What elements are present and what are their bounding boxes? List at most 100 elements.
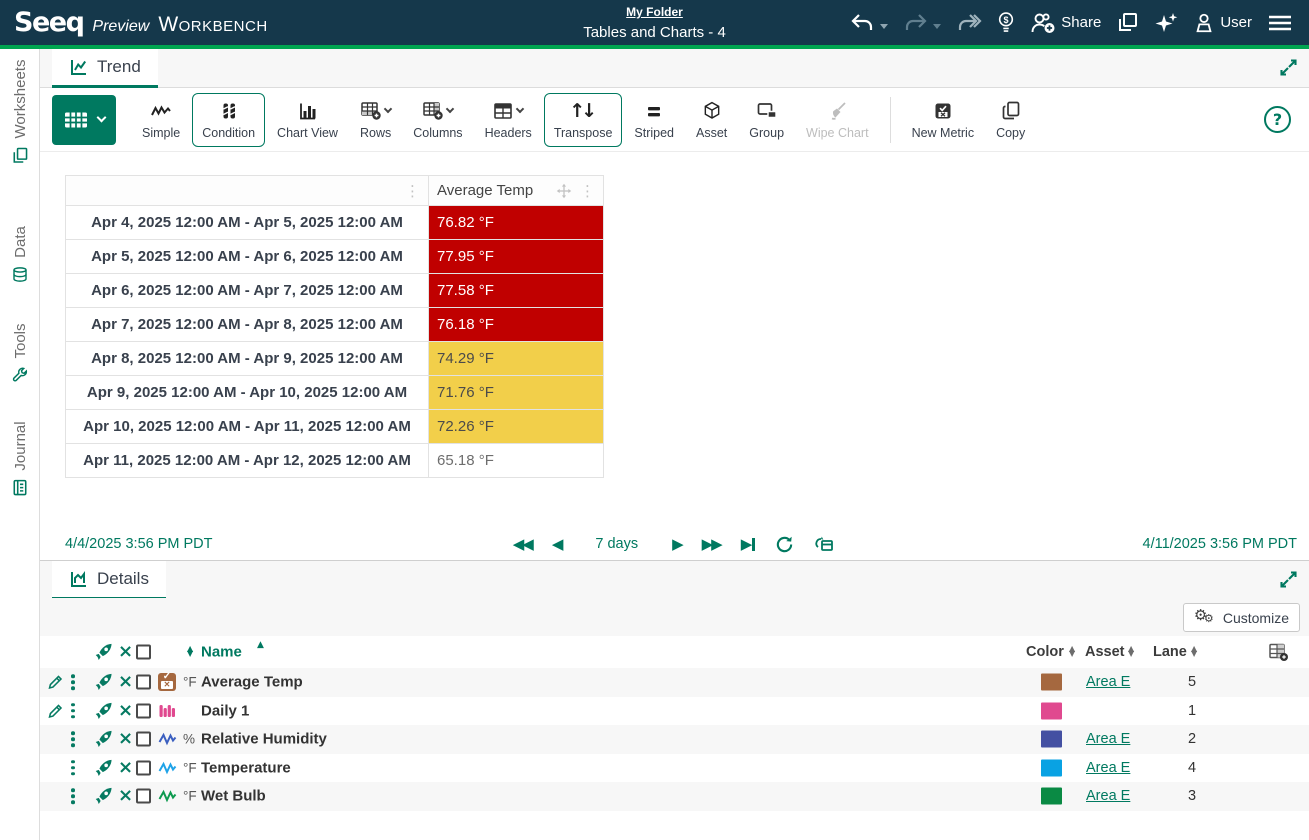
wipe-chart-button[interactable]: Wipe Chart xyxy=(796,93,879,147)
user-menu-button[interactable]: User xyxy=(1193,12,1252,34)
lane-sort-icon[interactable]: ▲ ▼ xyxy=(1191,645,1197,658)
edit-pencil-icon[interactable] xyxy=(47,674,64,691)
sidebar-item-tools[interactable]: Tools xyxy=(11,323,29,384)
undo-button[interactable] xyxy=(850,13,889,33)
worksheet-title[interactable]: Tables and Charts - 4 xyxy=(583,24,726,41)
details-expand-button[interactable] xyxy=(1278,569,1299,590)
select-all-checkbox[interactable] xyxy=(136,644,151,660)
asset-sort-icon[interactable]: ▲ ▼ xyxy=(1128,645,1134,658)
remove-item-icon[interactable]: × xyxy=(118,701,133,720)
investigate-icon[interactable] xyxy=(94,673,113,692)
step-back-full-button[interactable]: ◀◀ xyxy=(513,535,534,553)
hamburger-menu-button[interactable] xyxy=(1267,13,1293,33)
color-swatch[interactable] xyxy=(1041,730,1062,748)
duplicate-worksheet-button[interactable] xyxy=(1116,11,1139,34)
remove-item-icon[interactable]: × xyxy=(118,758,133,777)
detail-row-relative-humidity[interactable]: × % Relative Humidity Area E 2 xyxy=(40,725,1309,754)
trend-expand-button[interactable] xyxy=(1278,57,1299,78)
remove-all-button[interactable]: × xyxy=(118,643,133,661)
asset-link[interactable]: Area E xyxy=(1086,760,1130,776)
asset-link[interactable]: Area E xyxy=(1086,731,1130,747)
simple-mode-button[interactable]: Simple xyxy=(132,93,190,147)
customize-button[interactable]: ⚙ ⚙ Customize xyxy=(1182,603,1300,632)
color-swatch[interactable] xyxy=(1041,673,1062,691)
table-view-selector-button[interactable] xyxy=(52,94,116,145)
table-row[interactable]: Apr 6, 2025 12:00 AM - Apr 7, 2025 12:00… xyxy=(65,273,604,308)
color-swatch[interactable] xyxy=(1041,787,1062,805)
row-checkbox[interactable] xyxy=(136,703,151,719)
color-sort-icon[interactable]: ▲ ▼ xyxy=(1069,645,1075,658)
row-checkbox[interactable] xyxy=(136,788,151,804)
tab-trend[interactable]: Trend xyxy=(52,49,158,88)
row-checkbox[interactable] xyxy=(136,731,151,747)
striped-button[interactable]: Striped xyxy=(624,93,684,147)
table-row[interactable]: Apr 7, 2025 12:00 AM - Apr 8, 2025 12:00… xyxy=(65,307,604,342)
group-button[interactable]: Group xyxy=(739,93,794,147)
name-sort-icon[interactable]: ▲ ▼ xyxy=(187,645,193,658)
remove-item-icon[interactable]: × xyxy=(118,673,133,691)
column-menu-icon[interactable]: ⋮ xyxy=(405,182,420,200)
value-capture-button[interactable]: $ xyxy=(997,11,1015,35)
step-forward-full-button[interactable]: ▶▶ xyxy=(702,535,723,553)
table-row[interactable]: Apr 5, 2025 12:00 AM - Apr 6, 2025 12:00… xyxy=(65,239,604,274)
investigate-icon[interactable] xyxy=(94,758,113,777)
copy-range-button[interactable] xyxy=(814,534,836,554)
item-menu-icon[interactable] xyxy=(71,703,75,719)
refresh-button[interactable] xyxy=(775,535,794,554)
detail-row-average-temp[interactable]: × ✓ ✕ °F Average Temp Area E 5 xyxy=(40,668,1309,697)
add-column-button[interactable] xyxy=(1268,642,1290,662)
copy-button[interactable]: Copy xyxy=(986,93,1035,147)
table-row[interactable]: Apr 9, 2025 12:00 AM - Apr 10, 2025 12:0… xyxy=(65,375,604,410)
breadcrumb-my-folder[interactable]: My Folder xyxy=(626,5,683,19)
redo-button[interactable] xyxy=(903,13,942,33)
move-column-icon[interactable] xyxy=(556,183,572,199)
step-back-button[interactable]: ◀ xyxy=(552,535,563,553)
step-forward-button[interactable]: ▶ xyxy=(672,535,683,553)
column-menu-icon[interactable]: ⋮ xyxy=(580,182,595,200)
columns-button[interactable]: Columns xyxy=(403,93,472,147)
investigate-icon[interactable] xyxy=(94,787,113,806)
table-row[interactable]: Apr 11, 2025 12:00 AM - Apr 12, 2025 12:… xyxy=(65,443,604,478)
table-row[interactable]: Apr 8, 2025 12:00 AM - Apr 9, 2025 12:00… xyxy=(65,341,604,376)
headers-button[interactable]: Headers xyxy=(475,93,542,147)
row-checkbox[interactable] xyxy=(136,674,151,690)
color-swatch[interactable] xyxy=(1041,759,1062,777)
item-menu-icon[interactable] xyxy=(71,788,75,804)
column-header-asset[interactable]: Asset xyxy=(1085,644,1125,660)
detail-row-daily-1[interactable]: × Daily 1 1 xyxy=(40,697,1309,726)
help-button[interactable]: ? xyxy=(1264,106,1291,133)
range-duration[interactable]: 7 days xyxy=(595,536,638,552)
condition-mode-button[interactable]: Condition xyxy=(192,92,266,147)
item-menu-icon[interactable] xyxy=(71,760,75,776)
sidebar-item-data[interactable]: Data xyxy=(11,226,29,284)
sidebar-item-journal[interactable]: Journal xyxy=(11,421,29,496)
share-button[interactable]: Share xyxy=(1030,12,1101,34)
color-swatch[interactable] xyxy=(1041,702,1062,720)
new-metric-button[interactable]: New Metric xyxy=(902,93,985,147)
tab-details[interactable]: Details xyxy=(52,561,166,600)
fast-forward-button[interactable] xyxy=(956,13,982,33)
item-menu-icon[interactable] xyxy=(71,731,75,747)
detail-row-wet-bulb[interactable]: × °F Wet Bulb Area E 3 xyxy=(40,782,1309,811)
investigate-icon[interactable] xyxy=(94,730,113,749)
asset-link[interactable]: Area E xyxy=(1086,674,1130,690)
column-header-name[interactable]: Name xyxy=(201,644,242,661)
investigate-icon[interactable] xyxy=(94,701,113,720)
table-row[interactable]: Apr 10, 2025 12:00 AM - Apr 11, 2025 12:… xyxy=(65,409,604,444)
investigate-all-button[interactable] xyxy=(94,643,113,662)
range-end-time[interactable]: 4/11/2025 3:56 PM PDT xyxy=(1143,536,1298,552)
value-column-header[interactable]: Average Temp ⋮ xyxy=(428,175,604,206)
remove-item-icon[interactable]: × xyxy=(118,730,133,748)
step-to-now-button[interactable]: ▶ xyxy=(741,535,756,553)
detail-row-temperature[interactable]: × °F Temperature Area E 4 xyxy=(40,754,1309,783)
table-row[interactable]: Apr 4, 2025 12:00 AM - Apr 5, 2025 12:00… xyxy=(65,205,604,240)
edit-pencil-icon[interactable] xyxy=(47,702,64,719)
row-checkbox[interactable] xyxy=(136,760,151,776)
asset-link[interactable]: Area E xyxy=(1086,788,1130,804)
ai-assistant-button[interactable] xyxy=(1154,11,1178,35)
sidebar-item-worksheets[interactable]: Worksheets xyxy=(11,60,29,165)
column-header-lane[interactable]: Lane xyxy=(1153,644,1187,660)
asset-button[interactable]: Asset xyxy=(686,93,737,147)
item-menu-icon[interactable] xyxy=(71,674,75,690)
remove-item-icon[interactable]: × xyxy=(118,787,133,805)
